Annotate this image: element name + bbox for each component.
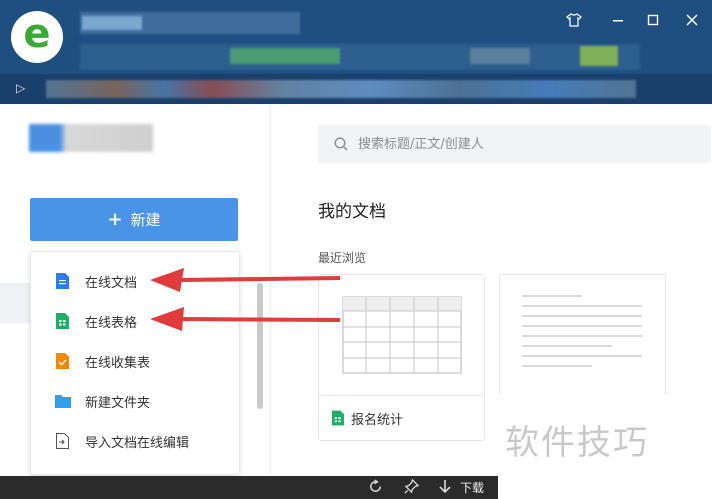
refresh-icon[interactable] (368, 479, 383, 498)
status-bar (0, 476, 498, 499)
logo-letter: e (23, 11, 51, 57)
browser-logo[interactable]: e (11, 11, 63, 63)
blurred-address-bar (80, 44, 640, 70)
menu-item-label: 新建文件夹 (85, 395, 151, 411)
download-label[interactable]: 下载 (460, 479, 484, 496)
search-box[interactable] (318, 125, 711, 163)
search-icon (334, 137, 348, 151)
blurred-url-fragment (230, 48, 340, 64)
menu-item-label: 导入文档在线编辑 (85, 435, 190, 451)
sheet-icon (331, 410, 344, 426)
menu-item-import-doc[interactable]: 导入文档在线编辑 (31, 421, 239, 461)
blurred-bookmarks (46, 80, 636, 98)
menu-item-new-folder[interactable]: 新建文件夹 (31, 381, 239, 421)
plus-icon: + (107, 209, 123, 230)
watermark-text: 软件技巧 (505, 423, 649, 463)
form-icon (56, 353, 69, 369)
menu-item-label: 在线表格 (85, 315, 138, 331)
app-brand-logo (29, 124, 153, 152)
menu-item-online-form[interactable]: 在线收集表 (31, 341, 239, 381)
sheet-icon (56, 313, 69, 329)
blurred-url-fragment (580, 46, 618, 66)
recent-doc-card[interactable] (499, 274, 666, 395)
tshirt-icon[interactable] (563, 9, 585, 31)
bookmarks-toggle-icon[interactable]: ▷ (16, 81, 25, 95)
card-footer: 报名统计 (319, 396, 484, 440)
menu-item-label: 在线文档 (85, 275, 138, 291)
new-button-label: 新建 (130, 211, 161, 229)
card-title: 报名统计 (351, 413, 404, 428)
search-input[interactable] (356, 135, 700, 153)
section-title: 我的文档 (318, 202, 386, 222)
import-icon (56, 433, 69, 449)
blurred-url-fragment (470, 48, 530, 64)
sidebar-selected-indicator (0, 283, 30, 323)
annotation-arrows (150, 268, 341, 331)
folder-icon (55, 395, 71, 408)
download-icon[interactable] (438, 479, 452, 498)
doc-icon (56, 273, 69, 289)
pin-icon[interactable] (404, 478, 420, 498)
blurred-tab-text (82, 16, 142, 30)
maximize-icon[interactable] (642, 9, 664, 31)
minimize-icon[interactable] (607, 9, 629, 31)
close-icon[interactable] (681, 9, 703, 31)
menu-item-label: 在线收集表 (85, 355, 151, 371)
new-button[interactable]: + 新建 (30, 198, 238, 241)
